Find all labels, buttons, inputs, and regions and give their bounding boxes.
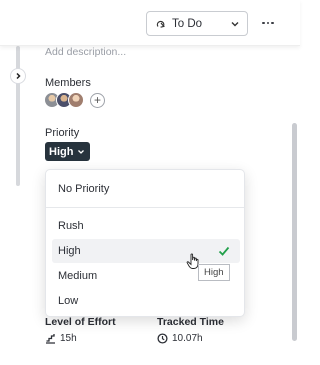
- task-header-bar: To Do: [0, 0, 300, 46]
- more-horizontal-icon: [262, 21, 265, 25]
- check-icon: [218, 246, 230, 256]
- field-value: 10.07h: [157, 333, 224, 344]
- field-label: Level of Effort: [45, 316, 116, 328]
- priority-value: High: [49, 145, 74, 158]
- tooltip: High: [198, 264, 230, 281]
- avatar[interactable]: [68, 92, 84, 108]
- description-placeholder[interactable]: Add description...: [45, 46, 126, 58]
- status-dropdown[interactable]: To Do: [146, 11, 248, 36]
- status-loop-icon: [156, 20, 165, 28]
- menu-divider: [46, 207, 244, 208]
- priority-option-high[interactable]: High: [52, 239, 240, 263]
- chevron-right-icon: [16, 72, 21, 80]
- priority-label: Priority: [45, 127, 80, 139]
- chevron-down-icon: [231, 22, 239, 27]
- members-label: Members: [45, 77, 91, 89]
- status-label: To Do: [172, 17, 203, 30]
- left-scrollbar[interactable]: [16, 46, 20, 186]
- priority-option-no-priority[interactable]: No Priority: [46, 177, 244, 201]
- clock-icon: [157, 333, 168, 344]
- priority-option-label: High: [58, 245, 81, 257]
- tracked-time-field[interactable]: Tracked Time 10.07h: [157, 316, 224, 344]
- priority-option-low[interactable]: Low: [46, 289, 244, 313]
- add-member-button[interactable]: +: [90, 92, 105, 108]
- priority-chip[interactable]: High: [45, 142, 90, 161]
- chevron-down-icon: [78, 150, 84, 154]
- level-of-effort-field[interactable]: Level of Effort 15h: [45, 316, 116, 344]
- priority-option-rush[interactable]: Rush: [46, 214, 244, 238]
- expand-panel-button[interactable]: [10, 68, 26, 84]
- more-options-button[interactable]: [258, 14, 278, 32]
- content-scrollbar[interactable]: [292, 123, 297, 341]
- members-list: +: [44, 92, 105, 108]
- field-label: Tracked Time: [157, 316, 224, 328]
- priority-dropdown-menu: No Priority Rush High Medium Low: [45, 169, 245, 317]
- field-value: 15h: [45, 333, 116, 344]
- effort-steps-icon: [46, 334, 55, 344]
